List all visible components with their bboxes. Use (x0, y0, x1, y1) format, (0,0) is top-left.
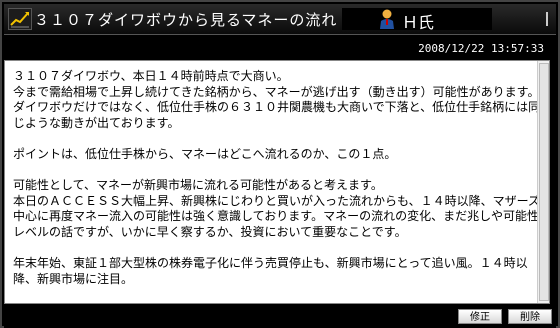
message-window: ３１０７ダイワボウから見るマネーの流れ Ｈ氏 2008/12/22 13:57:… (0, 0, 560, 328)
paragraph-4: 年末年始、東証１部大型株の株券電子化に伴う売買停止も、新興市場にとって追い風。１… (13, 256, 528, 286)
paragraph-3: 可能性として、マネーが新興市場に流れる可能性があると考えます。 本日のＡＣＣＥＳ… (13, 178, 541, 239)
post-timestamp: 2008/12/22 13:57:33 (418, 42, 544, 55)
pin-icon[interactable] (542, 12, 552, 26)
scrollbar-thumb[interactable] (539, 63, 549, 301)
message-text: ３１０７ダイワボウ、本日１４時前時点で大商い。 今まで需給相場で上昇し続けてきた… (13, 69, 541, 287)
title-bar: ３１０７ダイワボウから見るマネーの流れ Ｈ氏 (4, 4, 556, 35)
delete-button[interactable]: 削除 (508, 309, 552, 324)
user-area: Ｈ氏 (342, 8, 492, 32)
person-icon (380, 9, 394, 29)
footer-bar: 修正 削除 (4, 306, 556, 328)
edit-button[interactable]: 修正 (458, 309, 502, 324)
user-name: Ｈ氏 (402, 13, 435, 32)
window-title: ３１０７ダイワボウから見るマネーの流れ (34, 11, 338, 29)
vertical-scrollbar[interactable] (537, 61, 549, 303)
chart-logo-icon (8, 8, 32, 30)
message-body: ３１０７ダイワボウ、本日１４時前時点で大商い。 今まで需給相場で上昇し続けてきた… (4, 60, 550, 304)
paragraph-2: ポイントは、低位仕手株から、マネーはどこへ流れるのか、この１点。 (13, 146, 397, 161)
paragraph-1: ３１０７ダイワボウ、本日１４時前時点で大商い。 今まで需給相場で上昇し続けてきた… (13, 69, 541, 130)
